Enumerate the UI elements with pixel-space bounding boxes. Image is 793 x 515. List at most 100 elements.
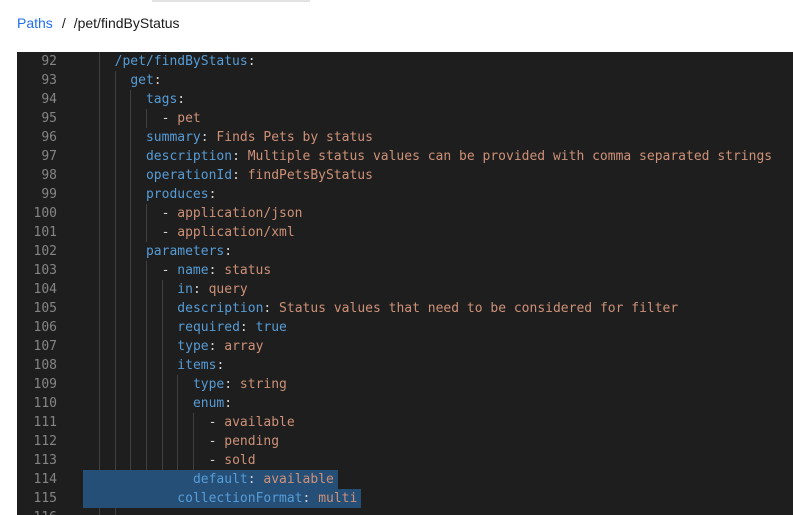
indent-guide [114, 432, 116, 451]
list-dash: - [208, 415, 225, 430]
code-line[interactable]: items: [83, 356, 793, 375]
indent-guide [130, 185, 132, 204]
code-line[interactable]: - available [83, 413, 793, 432]
indent-guide [177, 394, 179, 413]
yaml-value: string [239, 377, 287, 392]
indent-guide [114, 242, 116, 261]
code-line[interactable] [83, 508, 793, 515]
code-line[interactable]: type: string [83, 375, 793, 394]
line-text: get: [130, 71, 161, 90]
indent-guide [177, 375, 179, 394]
colon: : [177, 92, 186, 107]
yaml-key: tags [145, 92, 178, 107]
code-area[interactable]: /pet/findByStatus: get: tags: - pet summary:… [83, 52, 793, 515]
yaml-value: Status values that need to be considered… [279, 301, 679, 316]
yaml-value: application/xml [177, 225, 295, 240]
indent-guide [130, 280, 132, 299]
indent-guide [114, 128, 116, 147]
yaml-value: query [208, 282, 248, 297]
yaml-key: /pet/findByStatus [114, 54, 248, 69]
line-number-gutter: 92 93 94 95 96 97 98 99 100 101 102 103 104 105 106 107… [17, 52, 83, 515]
code-line[interactable]: description: Multiple status values can … [83, 147, 793, 166]
line-text: type: array [177, 337, 263, 356]
indent-guide [114, 337, 116, 356]
indent-guide [161, 375, 163, 394]
code-line[interactable]: type: array [83, 337, 793, 356]
code-line[interactable]: produces: [83, 185, 793, 204]
indent-guide [130, 413, 132, 432]
colon: : [216, 358, 225, 373]
indent-guide [145, 337, 147, 356]
yaml-value: pending [224, 434, 280, 449]
code-line[interactable]: - name: status [83, 261, 793, 280]
yaml-code-editor[interactable]: 92 93 94 95 96 97 98 99 100 101 102 103 104 105 106 107… [17, 52, 793, 515]
indent-guide [161, 337, 163, 356]
list-dash: - [161, 111, 178, 126]
indent-guide [99, 128, 100, 147]
yaml-value: pet [177, 111, 201, 126]
indent-guide [99, 261, 100, 280]
code-line[interactable]: summary: Finds Pets by status [83, 128, 793, 147]
indent-guide [99, 147, 100, 166]
indent-guide [99, 166, 100, 185]
indent-guide [114, 280, 116, 299]
line-text: description: Status values that need to … [177, 299, 678, 318]
breadcrumb-current: /pet/findByStatus [73, 15, 180, 31]
indent-guide [114, 451, 116, 470]
line-number: 112 [33, 434, 57, 449]
indent-guide [99, 109, 100, 128]
code-line[interactable]: collectionFormat: multi [83, 489, 793, 508]
indent-guide [145, 432, 147, 451]
line-number: 113 [33, 453, 57, 468]
line-number: 110 [33, 396, 57, 411]
code-line[interactable]: in: query [83, 280, 793, 299]
code-line[interactable]: /pet/findByStatus: [83, 52, 793, 71]
indent-guide [114, 356, 116, 375]
indent-guide [99, 337, 100, 356]
line-number: 104 [33, 282, 57, 297]
list-dash: - [208, 453, 225, 468]
code-line[interactable]: tags: [83, 90, 793, 109]
yaml-key: collectionFormat [177, 491, 303, 506]
code-line[interactable]: default: available [83, 470, 793, 489]
indent-guide [99, 299, 100, 318]
indent-guide [145, 394, 147, 413]
indent-guide [99, 413, 100, 432]
code-line[interactable]: get: [83, 71, 793, 90]
code-line[interactable]: enum: [83, 394, 793, 413]
yaml-key: name [177, 263, 209, 278]
indent-guide [130, 204, 132, 223]
indent-guide [130, 223, 132, 242]
breadcrumb-paths-link[interactable]: Paths [17, 15, 53, 31]
line-number: 107 [33, 339, 57, 354]
yaml-key: enum [192, 396, 225, 411]
indent-guide [114, 109, 116, 128]
indent-guide [145, 299, 147, 318]
code-line[interactable]: operationId: findPetsByStatus [83, 166, 793, 185]
line-text: - application/json [162, 204, 303, 223]
indent-guide [99, 280, 100, 299]
colon: : [208, 187, 217, 202]
colon: : [153, 73, 162, 88]
line-number: 100 [33, 206, 57, 221]
line-text: description: Multiple status values can … [146, 147, 772, 166]
yaml-value: application/json [177, 206, 303, 221]
colon: : [200, 130, 209, 145]
code-line[interactable]: - pending [83, 432, 793, 451]
indent-guide [130, 394, 132, 413]
indent-guide [161, 299, 163, 318]
indent-guide [99, 508, 100, 515]
code-line[interactable]: required: true [83, 318, 793, 337]
indent-guide [177, 451, 179, 470]
code-line[interactable]: description: Status values that need to … [83, 299, 793, 318]
line-number: 108 [33, 358, 57, 373]
code-line[interactable]: - application/xml [83, 223, 793, 242]
code-line[interactable]: parameters: [83, 242, 793, 261]
indent-guide [192, 432, 194, 451]
yaml-value: true [255, 320, 287, 335]
code-line[interactable]: - pet [83, 109, 793, 128]
indent-guide [145, 223, 147, 242]
indent-guide [192, 451, 194, 470]
code-line[interactable]: - sold [83, 451, 793, 470]
code-line[interactable]: - application/json [83, 204, 793, 223]
